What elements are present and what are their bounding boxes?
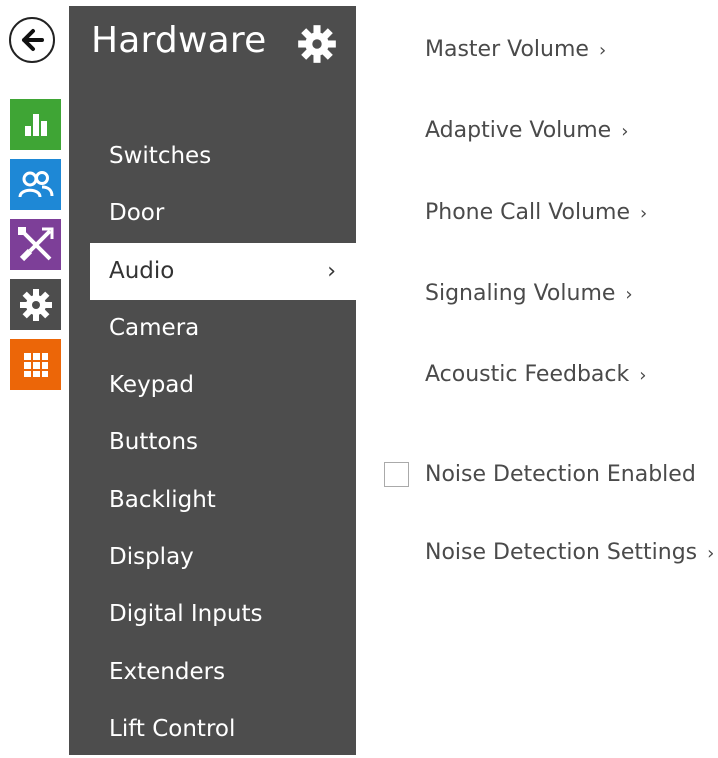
chevron-right-icon: › [327, 258, 336, 284]
sidebar-item-label: Buttons [109, 429, 199, 456]
status-chart-icon [24, 113, 47, 136]
sidebar-item-label: Audio [109, 257, 175, 284]
link-label: Acoustic Feedback [425, 362, 630, 387]
chevron-right-icon: › [707, 543, 715, 564]
noise-detection-enabled-row: Noise Detection Enabled [384, 462, 696, 487]
back-arrow-icon [22, 29, 44, 51]
status-menu-button[interactable] [10, 99, 61, 150]
system-gear-icon [19, 288, 52, 321]
sidebar-item-buttons[interactable]: Buttons [69, 414, 356, 471]
link-label: Adaptive Volume [425, 118, 612, 143]
sidebar-item-label: Keypad [109, 372, 194, 399]
sidebar-title: Hardware [91, 20, 267, 61]
sidebar-item-camera[interactable]: Camera [69, 300, 356, 357]
sidebar-item-door[interactable]: Door [69, 185, 356, 242]
sidebar-item-label: Door [109, 200, 165, 227]
noise-detection-enabled-checkbox[interactable] [384, 462, 409, 487]
sidebar-item-label: Switches [109, 143, 212, 169]
master-volume-link[interactable]: Master Volume › [425, 37, 606, 62]
sidebar-item-digital-inputs[interactable]: Digital Inputs [69, 586, 356, 643]
services-grid-icon [23, 352, 48, 377]
acoustic-feedback-link[interactable]: Acoustic Feedback › [425, 362, 646, 387]
settings-gear-button[interactable] [297, 24, 337, 64]
chevron-right-icon: › [598, 40, 607, 61]
gear-icon [298, 25, 336, 63]
sidebar-item-switches[interactable]: Switches [69, 128, 356, 185]
chevron-right-icon: › [625, 284, 633, 305]
sidebar-item-label: Camera [109, 314, 200, 341]
chevron-right-icon: › [639, 365, 647, 386]
system-menu-button[interactable] [10, 279, 61, 330]
hardware-menu-button[interactable] [10, 219, 61, 270]
link-label: Noise Detection Settings [425, 540, 698, 565]
sidebar-item-label: Lift Control [109, 715, 236, 742]
back-button[interactable] [9, 17, 55, 63]
directory-users-icon [18, 170, 53, 197]
hardware-tools-icon [17, 226, 53, 261]
sidebar-item-label: Display [109, 544, 194, 571]
link-label: Master Volume [425, 37, 589, 62]
sidebar-item-audio[interactable]: Audio › [90, 242, 356, 300]
sidebar-item-extenders[interactable]: Extenders [69, 644, 356, 701]
sidebar-item-backlight[interactable]: Backlight [69, 472, 356, 529]
sidebar-item-keypad[interactable]: Keypad [69, 357, 356, 414]
noise-detection-enabled-label: Noise Detection Enabled [425, 462, 696, 487]
link-label: Phone Call Volume [425, 200, 631, 225]
signaling-volume-link[interactable]: Signaling Volume › [425, 281, 633, 306]
chevron-right-icon: › [621, 121, 629, 142]
sidebar-item-label: Extenders [109, 658, 226, 685]
link-label: Signaling Volume [425, 281, 616, 306]
sidebar-item-label: Digital Inputs [109, 601, 263, 628]
audio-settings-panel: Master Volume › Adaptive Volume › Phone Ca… [380, 0, 718, 755]
directory-menu-button[interactable] [10, 159, 61, 210]
hardware-sidebar: Hardware Switches Door Audio › Camera Key… [69, 6, 356, 755]
sidebar-item-label: Backlight [109, 486, 216, 513]
services-menu-button[interactable] [10, 339, 61, 390]
phone-call-volume-link[interactable]: Phone Call Volume › [425, 200, 647, 225]
hardware-menu: Switches Door Audio › Camera Keypad Butto… [69, 128, 356, 758]
noise-detection-settings-link[interactable]: Noise Detection Settings › [425, 540, 714, 565]
sidebar-item-lift-control[interactable]: Lift Control [69, 701, 356, 758]
chevron-right-icon: › [640, 203, 648, 224]
sidebar-item-display[interactable]: Display [69, 529, 356, 586]
adaptive-volume-link[interactable]: Adaptive Volume › [425, 118, 628, 143]
